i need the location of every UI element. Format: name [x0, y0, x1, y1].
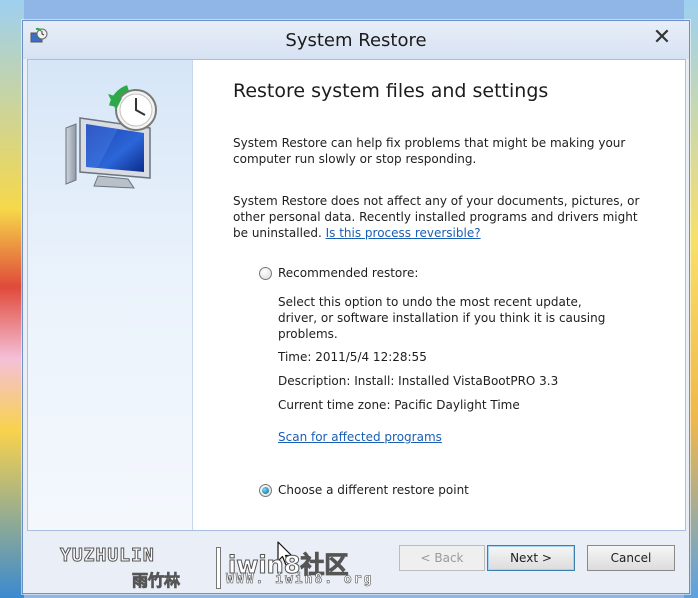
- next-button[interactable]: Next >: [487, 545, 575, 571]
- recommended-description: Select this option to undo the most rece…: [278, 295, 606, 341]
- different-restore-point-option[interactable]: Choose a different restore point: [259, 483, 469, 497]
- recommended-restore-label: Recommended restore:: [278, 266, 419, 280]
- recommended-restore-radio[interactable]: [259, 266, 272, 280]
- back-button[interactable]: < Back: [399, 545, 485, 571]
- different-restore-point-label: Choose a different restore point: [278, 483, 469, 497]
- intro-paragraph: System Restore can help fix problems tha…: [233, 136, 626, 166]
- watermark-latin: YUZHULIN: [60, 545, 155, 567]
- scan-affected-programs-link[interactable]: Scan for affected programs: [278, 430, 442, 444]
- window-title: System Restore: [285, 30, 427, 51]
- recommended-restore-option[interactable]: Recommended restore:: [259, 266, 418, 280]
- watermark-logo: YUZHULIN 雨竹林 iwin8社区 WWW. iwin8. org: [60, 545, 400, 591]
- watermark-separator: [216, 547, 221, 589]
- desktop-background-left: [0, 0, 24, 598]
- restore-timezone: Current time zone: Pacific Daylight Time: [278, 398, 520, 412]
- cancel-button[interactable]: Cancel: [587, 545, 675, 571]
- watermark-chinese: 雨竹林: [132, 571, 181, 591]
- title-bar[interactable]: System Restore ✕: [23, 21, 689, 59]
- close-icon: ✕: [652, 25, 672, 50]
- close-button[interactable]: ✕: [649, 25, 675, 51]
- button-bar: YUZHULIN 雨竹林 iwin8社区 WWW. iwin8. org < B…: [27, 531, 684, 591]
- restore-description: Description: Install: Installed VistaBoo…: [278, 374, 559, 388]
- reversible-link[interactable]: Is this process reversible?: [326, 226, 481, 240]
- monitor-clock-restore-icon: [65, 85, 157, 189]
- side-panel: [28, 60, 193, 530]
- info-paragraph: System Restore does not affect any of yo…: [233, 193, 653, 241]
- restore-time: Time: 2011/5/4 12:28:55: [278, 350, 427, 364]
- system-restore-window: System Restore ✕ Restore system files an…: [22, 20, 690, 594]
- watermark-url: WWW. iwin8. org: [226, 572, 374, 588]
- different-restore-point-radio[interactable]: [259, 483, 272, 497]
- page-heading: Restore system files and settings: [233, 80, 549, 102]
- wizard-content: Restore system files and settings System…: [27, 59, 686, 566]
